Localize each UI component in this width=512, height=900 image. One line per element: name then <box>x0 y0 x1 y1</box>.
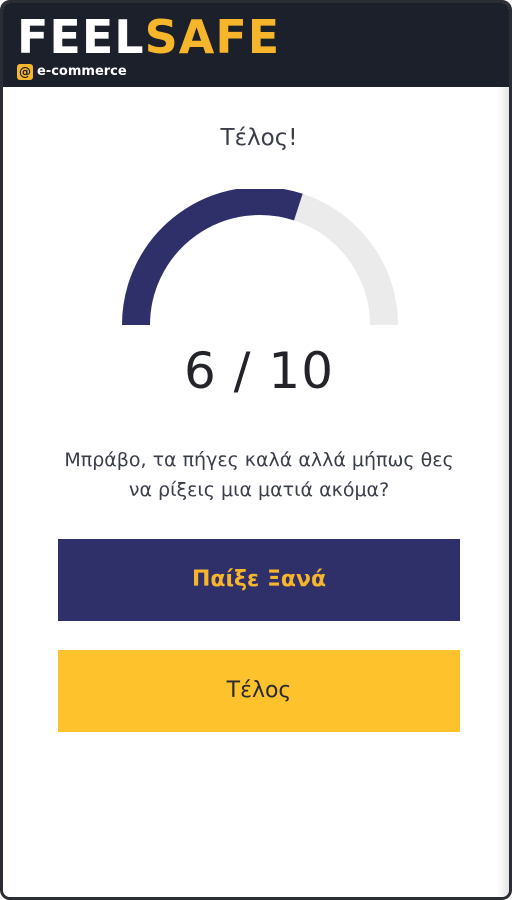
result-message: Μπράβο, τα πήγες καλά αλλά μήπως θες να … <box>64 449 454 501</box>
logo-feel-text: FEEL <box>17 10 145 64</box>
app-header: FEELSAFE @ e-commerce <box>3 3 509 87</box>
score-gauge <box>122 189 398 326</box>
logo-subtitle: @ e-commerce <box>17 63 127 81</box>
panel-shadow <box>497 87 509 897</box>
logo-wordmark: FEELSAFE <box>17 11 280 63</box>
score-display: 6 / 10 <box>183 342 335 400</box>
gauge-fill <box>122 189 303 326</box>
feelsafe-logo: FEELSAFE @ e-commerce <box>17 11 280 83</box>
page-title: Τέλος! <box>220 125 298 151</box>
at-icon: @ <box>17 64 33 80</box>
result-panel: Τέλος! 6 / 10 Μπράβο, τα πήγες καλά αλλά… <box>3 87 509 897</box>
logo-safe-text: SAFE <box>144 10 281 64</box>
play-again-button[interactable]: Παίξε Ξανά <box>58 539 460 621</box>
app-window: FEELSAFE @ e-commerce Τέλος! 6 / 10 Μπρά… <box>0 0 512 900</box>
logo-subtitle-text: e-commerce <box>37 64 127 79</box>
finish-button[interactable]: Τέλος <box>58 650 460 732</box>
